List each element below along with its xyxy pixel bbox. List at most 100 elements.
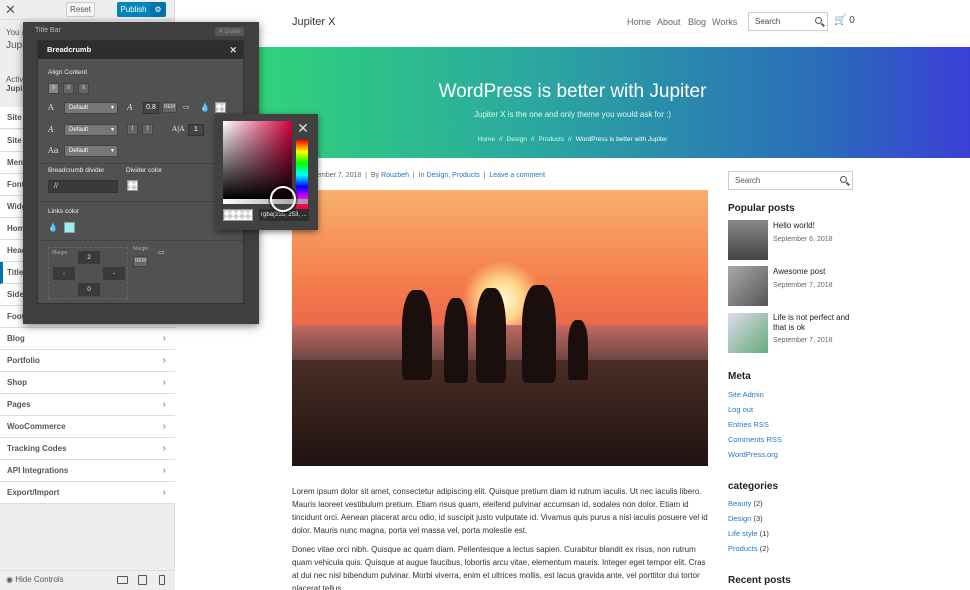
margin-left-input[interactable]: -	[53, 267, 75, 280]
chevron-right-icon: ›	[162, 355, 166, 366]
category-link[interactable]: Design	[728, 514, 751, 523]
header-search-input[interactable]: Search	[748, 12, 828, 31]
close-icon[interactable]: ✕	[5, 2, 16, 18]
post-author-link[interactable]: Rouzbeh	[381, 172, 409, 179]
margin-unit-toggle[interactable]: REM	[133, 256, 148, 267]
site-title[interactable]: Jupiter X	[292, 16, 335, 28]
category-item[interactable]: Life style (1)	[728, 529, 769, 538]
leave-comment-link[interactable]: Leave a comment	[489, 172, 545, 179]
sidebar-item-label: Portfolio	[7, 356, 40, 365]
font-family-select[interactable]: Default	[64, 102, 118, 114]
margin-bottom-input[interactable]: 0	[78, 283, 100, 296]
text-style-italic-icon[interactable]: I	[142, 124, 153, 135]
post-thumbnail[interactable]	[728, 266, 768, 306]
sidebar-active-fragment: Activ	[6, 75, 24, 84]
nav-about[interactable]: About	[657, 17, 681, 27]
close-icon[interactable]: ✕	[296, 121, 310, 135]
category-link[interactable]: Life style	[728, 529, 758, 538]
text-color-swatch[interactable]	[215, 102, 226, 113]
tablet-icon[interactable]	[138, 575, 147, 585]
sidebar-item-portfolio[interactable]: Portfolio ›	[0, 350, 175, 372]
divider-color-label: Divider color	[126, 167, 163, 174]
letter-spacing-icon: A|A	[172, 125, 185, 133]
recent-posts-heading: Recent posts	[728, 575, 791, 586]
responsive-desktop-icon[interactable]: ▭	[158, 248, 165, 256]
desktop-icon[interactable]	[117, 576, 128, 584]
text-style-normal-icon[interactable]: I	[127, 124, 138, 135]
hide-controls-button[interactable]: ◉ Hide Controls	[6, 575, 64, 584]
meta-link[interactable]: Entries RSS	[728, 420, 769, 429]
mobile-icon[interactable]	[159, 575, 165, 585]
category-link[interactable]: Beauty	[728, 499, 751, 508]
category-link[interactable]: Products	[728, 544, 758, 553]
gear-icon[interactable]: ⚙	[150, 2, 166, 17]
links-color-swatch[interactable]	[64, 222, 75, 233]
close-icon[interactable]: ✕	[229, 41, 237, 59]
breadcrumb-home[interactable]: Home	[478, 136, 495, 143]
chevron-right-icon: ›	[162, 421, 166, 432]
site-preview: Jupiter X Home About Blog Works Search 🛒…	[175, 0, 970, 590]
post-thumbnail[interactable]	[728, 220, 768, 260]
post-categories-link[interactable]: Design, Products	[426, 172, 479, 179]
cart-button[interactable]: 🛒 0	[834, 15, 855, 26]
sidebar-item-blog[interactable]: Blog ›	[0, 328, 175, 350]
silhouette-person	[444, 298, 468, 383]
customizer-topbar: ✕ Reset Publish ⚙	[0, 0, 174, 20]
meta-link[interactable]: Site Admin	[728, 390, 764, 399]
popular-post-title[interactable]: Life is not perfect and that is ok	[773, 313, 863, 333]
featured-image	[292, 190, 708, 466]
category-item[interactable]: Beauty (2)	[728, 499, 763, 508]
text-transform-select[interactable]: Default	[64, 145, 118, 157]
align-right-icon[interactable]: ≡	[78, 83, 89, 94]
sidebar-item-pages[interactable]: Pages ›	[0, 394, 175, 416]
popular-post-title[interactable]: Awesome post	[773, 267, 863, 277]
sidebar-item-tracking-codes[interactable]: Tracking Codes ›	[0, 438, 175, 460]
font-family-icon: A	[48, 103, 54, 112]
category-item[interactable]: Design (3)	[728, 514, 763, 523]
breadcrumb-divider-input[interactable]: //	[48, 180, 118, 193]
meta-link[interactable]: Log out	[728, 405, 753, 414]
margin-top-input[interactable]: 2	[78, 251, 100, 264]
category-count: (1)	[759, 529, 769, 538]
divider-color-swatch[interactable]	[127, 180, 138, 191]
responsive-desktop-icon[interactable]: ▭	[183, 103, 190, 111]
align-center-icon[interactable]: ≡	[63, 83, 74, 94]
align-left-icon[interactable]: ≡	[48, 83, 59, 94]
cart-icon: 🛒	[834, 15, 847, 26]
search-placeholder: Search	[755, 17, 781, 26]
color-drop-icon: 💧	[200, 103, 210, 112]
divider	[38, 240, 243, 241]
chevron-right-icon: ›	[162, 333, 166, 344]
sidebar-item-label: Pages	[7, 400, 31, 409]
reset-button[interactable]: Reset	[66, 2, 95, 17]
category-item[interactable]: Products (2)	[728, 544, 769, 553]
meta-link[interactable]: Comments RSS	[728, 435, 782, 444]
publish-button[interactable]: Publish	[117, 2, 150, 17]
font-unit-toggle[interactable]: REM	[162, 102, 177, 113]
guide-button[interactable]: ✕ Guide	[215, 27, 244, 36]
collapse-icon: ◉	[6, 575, 13, 584]
nav-home[interactable]: Home	[627, 17, 651, 27]
nav-works[interactable]: Works	[712, 17, 737, 27]
hero-title: WordPress is better with Jupiter	[438, 81, 707, 102]
popular-post-title[interactable]: Hello world!	[773, 221, 863, 231]
margin-right-input[interactable]: -	[103, 267, 125, 280]
sidebar-item-shop[interactable]: Shop ›	[0, 372, 175, 394]
breadcrumb-design[interactable]: Design	[507, 136, 527, 143]
letter-spacing-input[interactable]: 1	[188, 124, 204, 136]
font-size-input[interactable]: 0.8	[143, 102, 159, 114]
font-weight-select[interactable]: Default	[64, 124, 118, 136]
sidebar-item-woocommerce[interactable]: WooCommerce ›	[0, 416, 175, 438]
breadcrumb-divider-label: Breadcrumb divider	[48, 167, 105, 174]
sidebar-item-label: WooCommerce	[7, 422, 66, 431]
widget-search-input[interactable]: Search	[728, 171, 853, 190]
nav-blog[interactable]: Blog	[688, 17, 706, 27]
color-picker: ✕ rgba(255, 253, ...	[216, 114, 318, 230]
search-icon[interactable]	[840, 176, 847, 183]
sidebar-item-export-import[interactable]: Export/Import ›	[0, 482, 175, 504]
search-icon[interactable]	[815, 17, 822, 24]
post-thumbnail[interactable]	[728, 313, 768, 353]
breadcrumb-products[interactable]: Products	[538, 136, 564, 143]
sidebar-item-api-integrations[interactable]: API Integrations ›	[0, 460, 175, 482]
meta-link[interactable]: WordPress.org	[728, 450, 778, 459]
